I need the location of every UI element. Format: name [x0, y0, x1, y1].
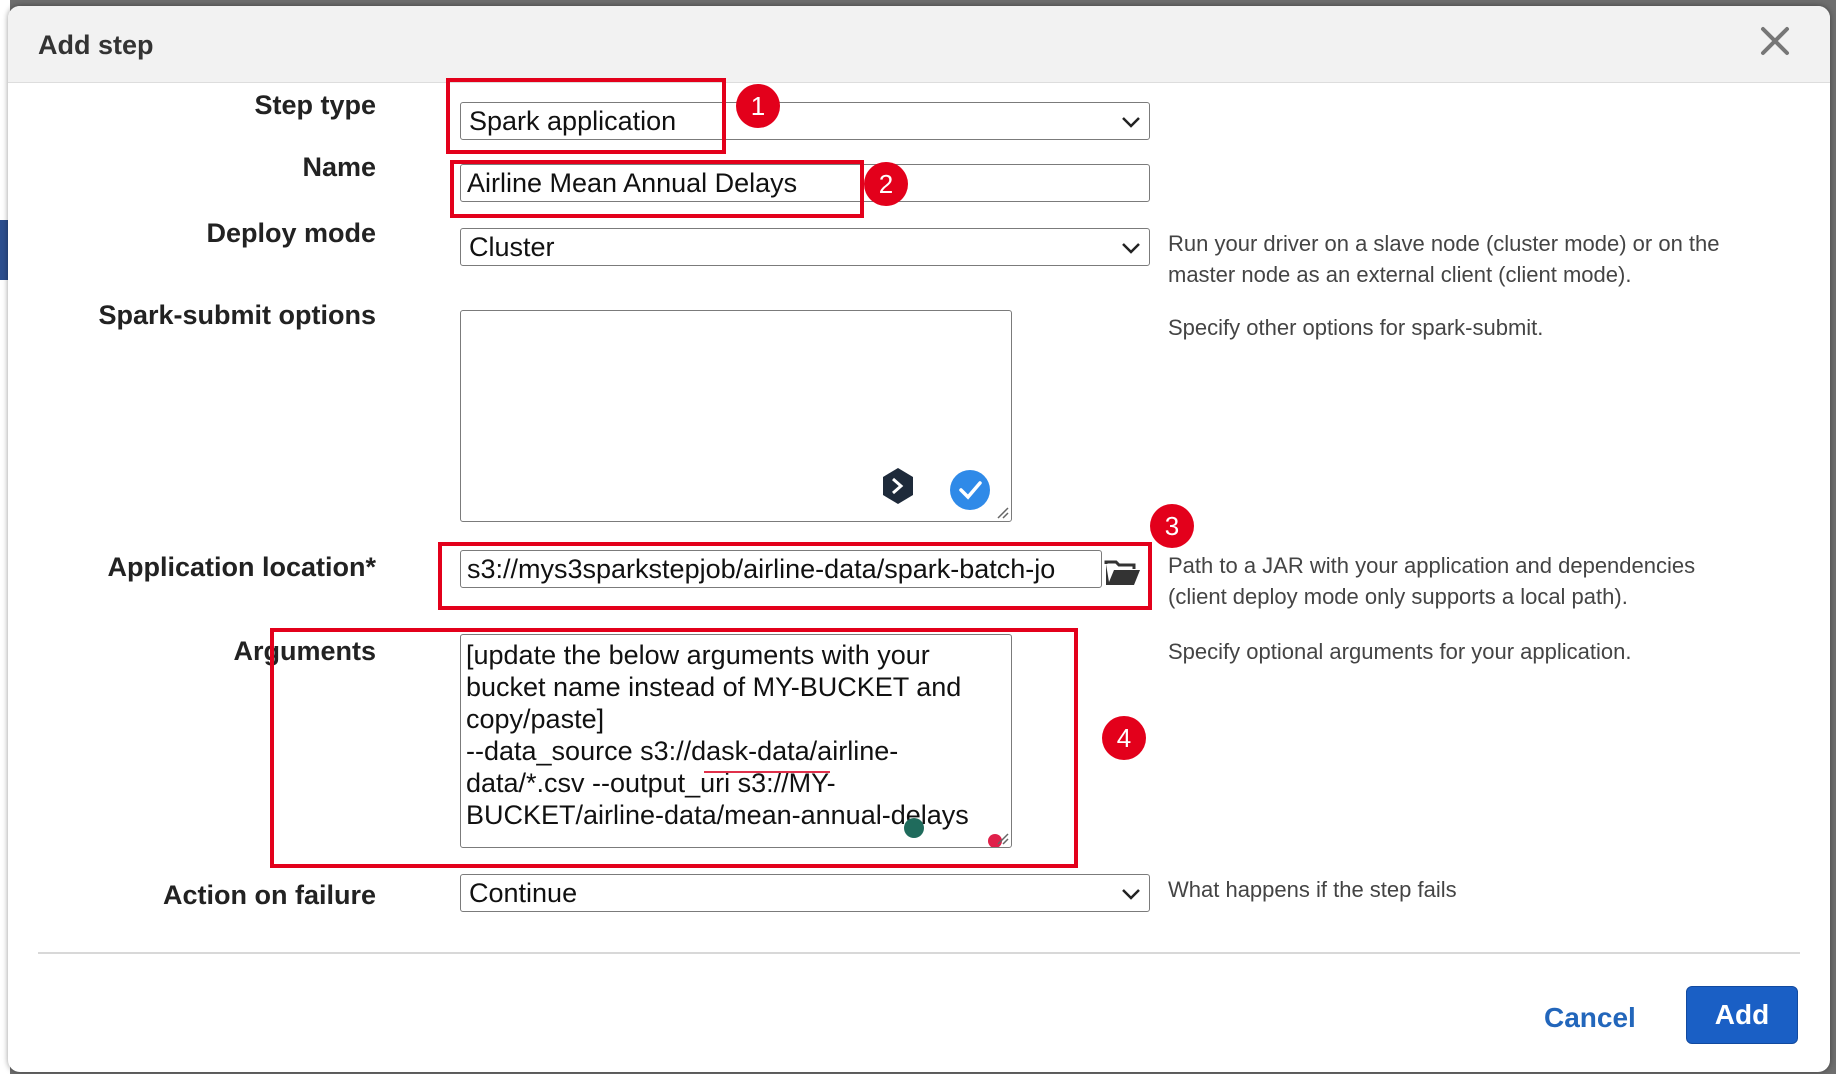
chevron-down-icon [1122, 243, 1140, 254]
add-button[interactable]: Add [1686, 986, 1798, 1044]
action-on-failure-value: Continue [469, 878, 578, 908]
spark-submit-textarea[interactable] [460, 310, 1012, 522]
app-location-label: Application location* [107, 552, 376, 582]
name-label: Name [302, 152, 376, 182]
spark-submit-label: Spark-submit options [98, 300, 376, 330]
annotation-badge-3: 3 [1150, 504, 1194, 548]
arguments-help: Specify optional arguments for your appl… [1168, 639, 1632, 664]
spark-submit-help: Specify other options for spark-submit. [1168, 315, 1544, 340]
dialog-header: Add step [8, 6, 1830, 83]
action-on-failure-select[interactable]: Continue [460, 874, 1150, 912]
close-icon[interactable] [1758, 24, 1792, 58]
checkmark-badge-icon[interactable] [949, 469, 991, 511]
annotation-badge-2: 2 [864, 162, 908, 206]
app-location-help: Path to a JAR with your application and … [1168, 553, 1696, 609]
footer-divider [38, 952, 1800, 954]
annotation-badge-4: 4 [1102, 716, 1146, 760]
annotation-badge-1: 1 [736, 84, 780, 128]
step-type-label: Step type [254, 90, 376, 120]
annotation-box-1 [446, 78, 726, 154]
dialog-title: Add step [38, 30, 154, 60]
annotation-box-3 [438, 542, 1152, 610]
action-on-failure-label: Action on failure [162, 880, 376, 910]
annotation-box-4 [270, 628, 1078, 868]
deploy-mode-help: Run your driver on a slave node (cluster… [1168, 231, 1720, 287]
deploy-mode-value: Cluster [469, 232, 555, 262]
resize-handle-icon[interactable] [995, 505, 1009, 519]
deploy-mode-select[interactable]: Cluster [460, 228, 1150, 266]
cancel-button[interactable]: Cancel [1544, 1002, 1636, 1034]
chevron-down-icon [1122, 889, 1140, 900]
add-step-dialog: Add step Step type Spark application Nam… [8, 6, 1830, 1072]
grammar-extension-icon[interactable] [881, 467, 915, 505]
deploy-mode-label: Deploy mode [206, 218, 376, 248]
chevron-down-icon [1122, 117, 1140, 128]
add-button-label: Add [1714, 999, 1770, 1030]
annotation-box-2 [450, 160, 864, 218]
action-on-failure-help: What happens if the step fails [1168, 877, 1457, 902]
